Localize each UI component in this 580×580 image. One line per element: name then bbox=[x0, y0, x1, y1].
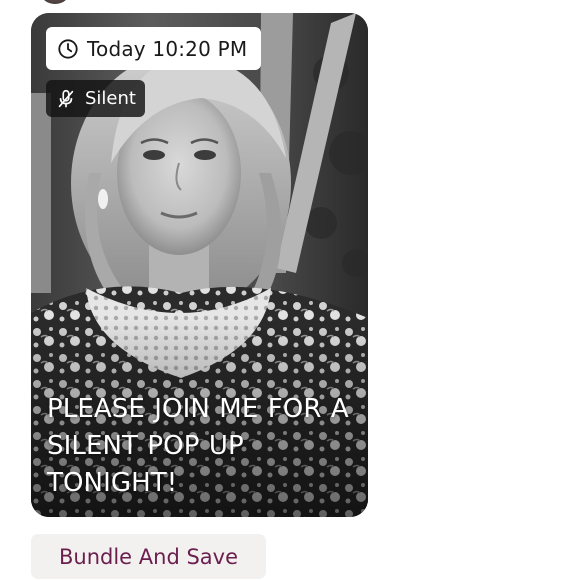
avatar[interactable] bbox=[40, 0, 70, 4]
event-headline: PLEASE JOIN ME FOR A SILENT POP UP TONIG… bbox=[47, 394, 349, 498]
silent-badge: Silent bbox=[46, 80, 145, 117]
silent-label: Silent bbox=[85, 88, 136, 109]
clock-icon bbox=[57, 38, 79, 60]
time-label: Today 10:20 PM bbox=[87, 36, 248, 61]
mute-microphone-icon bbox=[55, 88, 77, 110]
time-badge: Today 10:20 PM bbox=[46, 27, 262, 70]
bundle-and-save-button[interactable]: Bundle And Save bbox=[31, 534, 266, 579]
page: Today 10:20 PM Silent PLEASE JOIN ME FOR… bbox=[0, 0, 580, 580]
event-card[interactable]: Today 10:20 PM Silent PLEASE JOIN ME FOR… bbox=[31, 13, 368, 517]
